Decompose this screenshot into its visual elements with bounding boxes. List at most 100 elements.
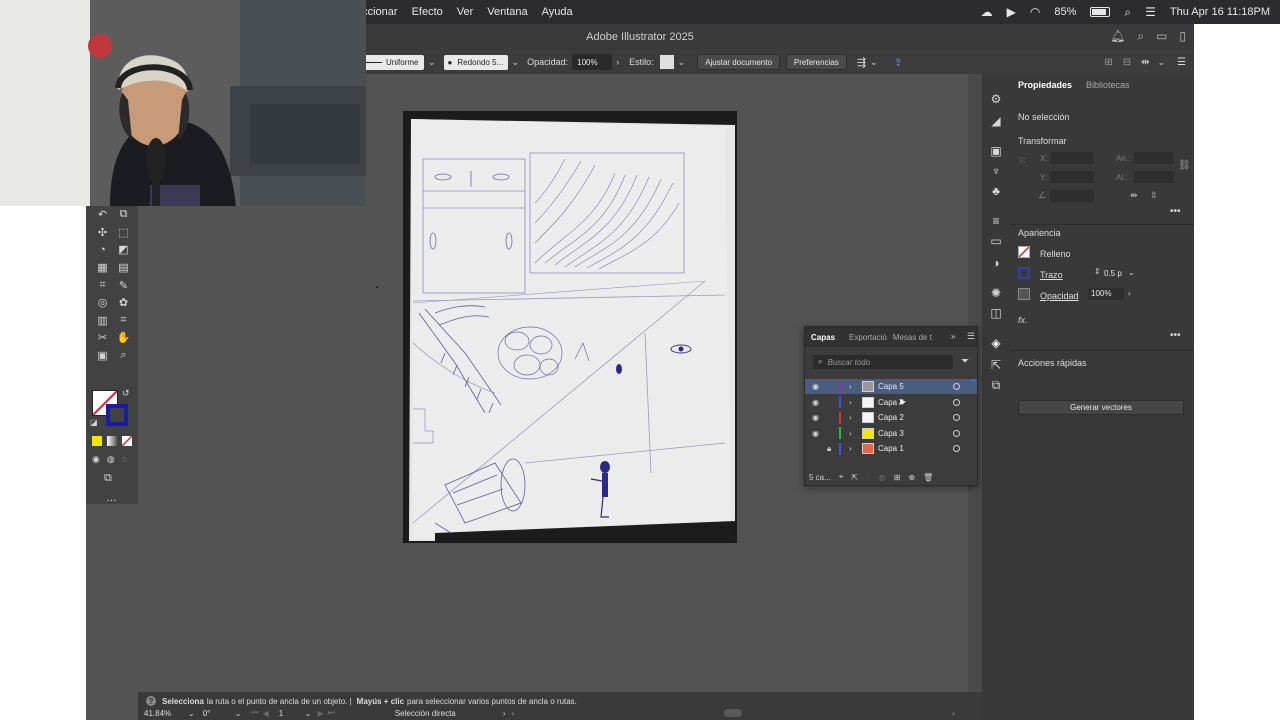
export-selection-icon[interactable]: ⇱ bbox=[851, 473, 858, 482]
delete-icon[interactable]: 🗑︎ bbox=[923, 473, 933, 482]
search-icon[interactable]: ⌕ bbox=[1137, 29, 1144, 44]
graph-icon[interactable]: ▥ bbox=[92, 312, 113, 330]
chevron-right-icon[interactable]: › bbox=[849, 413, 852, 422]
scroll-left-icon[interactable]: ‹ bbox=[512, 709, 515, 718]
opacity-field[interactable]: 100% bbox=[1088, 288, 1124, 300]
more-options-icon[interactable]: ••• bbox=[1170, 206, 1181, 217]
slice-icon[interactable]: ✂ bbox=[92, 329, 113, 347]
new-sublayer-icon[interactable]: ⊞ bbox=[894, 473, 901, 482]
distribute-icon[interactable]: ⊟ bbox=[1123, 57, 1131, 68]
prev-artboard-icon[interactable]: ◀ bbox=[263, 709, 269, 718]
expand-icon[interactable]: » bbox=[951, 332, 955, 341]
perspective-grid-icon[interactable]: ▦ bbox=[92, 259, 113, 277]
puppet-icon[interactable]: ⚙ bbox=[988, 92, 1004, 106]
panel-menu-icon[interactable]: ☰ bbox=[967, 331, 975, 342]
fill-label[interactable]: Relleno bbox=[1040, 249, 1071, 259]
menu-ver[interactable]: Ver bbox=[457, 6, 474, 18]
artboard-number-field[interactable]: 1 bbox=[279, 709, 305, 718]
clipping-mask-icon[interactable]: ◌ bbox=[866, 473, 871, 482]
chevron-down-icon[interactable]: ⌄ bbox=[678, 57, 686, 68]
stroke-profile-select[interactable]: Uniforme bbox=[356, 54, 424, 70]
cloud-icon[interactable]: ☁ bbox=[981, 5, 993, 19]
tab-mesas-de-trabajo[interactable]: Mesas de t bbox=[893, 333, 932, 342]
battery-icon[interactable] bbox=[1090, 7, 1111, 17]
target-circle-icon[interactable] bbox=[953, 398, 960, 406]
mesh-icon[interactable]: ⌗ bbox=[92, 276, 113, 294]
menu-ventana[interactable]: Ventana bbox=[487, 6, 527, 18]
fit-document-button[interactable]: Ajustar documento bbox=[697, 54, 780, 70]
stroke-swatch[interactable] bbox=[1018, 267, 1030, 279]
arrange-icon[interactable]: ⇶ bbox=[857, 56, 866, 69]
visibility-eye-icon[interactable]: ◉ bbox=[812, 429, 819, 438]
fx-button[interactable]: fx. bbox=[1018, 315, 1028, 325]
layers-icon[interactable]: ◈ bbox=[988, 336, 1004, 350]
chevron-down-icon[interactable]: ⌄ bbox=[1128, 268, 1135, 277]
next-artboard-icon[interactable]: ▶ bbox=[317, 709, 323, 718]
image-trace-icon[interactable]: ◢ bbox=[988, 114, 1004, 128]
new-layer-icon[interactable]: ⊕ bbox=[908, 473, 915, 482]
chevron-down-icon[interactable]: ⌄ bbox=[512, 57, 520, 68]
flip-vertical-icon[interactable]: ⇳ bbox=[1150, 190, 1158, 201]
more-tools-icon[interactable]: … bbox=[106, 492, 117, 504]
workspace-icon[interactable]: ▭ bbox=[1156, 29, 1167, 44]
target-circle-icon[interactable] bbox=[953, 414, 960, 421]
hand-icon[interactable]: ✋ bbox=[113, 329, 134, 347]
draw-behind-icon[interactable]: ◍ bbox=[107, 454, 115, 465]
chevron-right-icon[interactable]: › bbox=[849, 429, 852, 438]
reference-point-icon[interactable]: ⁙ bbox=[1018, 156, 1026, 167]
chevron-down-icon[interactable]: ⌄ bbox=[305, 709, 312, 718]
locate-object-icon[interactable]: ⌖ bbox=[839, 472, 844, 482]
brush-icon[interactable]: ♆ bbox=[988, 164, 1004, 178]
layer-row[interactable]: 🔒︎ › Capa 1 bbox=[805, 441, 977, 456]
control-center-icon[interactable]: ☰ bbox=[1145, 5, 1156, 19]
artboards-icon[interactable]: ⧉ bbox=[988, 378, 1004, 392]
stepper-icon[interactable]: ⇕ bbox=[1094, 267, 1101, 276]
collect-icon[interactable]: ◍ bbox=[879, 473, 886, 482]
layer-row[interactable]: ◉ › Capa 2 bbox=[805, 410, 977, 425]
artboard-icon[interactable]: ⧉ bbox=[113, 206, 134, 224]
chevron-down-icon[interactable]: ⌄ bbox=[428, 57, 436, 68]
clock[interactable]: Thu Apr 16 11:18PM bbox=[1170, 6, 1270, 18]
filter-icon[interactable]: ⏷ bbox=[961, 356, 969, 367]
target-circle-icon[interactable] bbox=[953, 383, 960, 390]
visibility-eye-icon[interactable]: ◉ bbox=[812, 398, 819, 407]
appearance-icon[interactable]: ✺ bbox=[988, 286, 1004, 300]
play-icon[interactable]: ▶ bbox=[1007, 5, 1016, 19]
layer-row[interactable]: ◉ › Capa 3 bbox=[805, 426, 977, 441]
layer-row[interactable]: ◉ › Capa 5 bbox=[805, 379, 977, 394]
align-icon[interactable]: ⊞ bbox=[1104, 57, 1112, 68]
zoom-field[interactable]: 41.84% bbox=[144, 709, 188, 718]
crop-icon[interactable]: ⌗ bbox=[113, 312, 134, 330]
export-icon[interactable]: ⇱ bbox=[988, 358, 1004, 372]
shape-builder-icon[interactable]: ◔ bbox=[92, 241, 113, 259]
last-artboard-icon[interactable]: ⏭ bbox=[328, 708, 335, 718]
artboard[interactable] bbox=[403, 111, 737, 543]
stroke-swatch[interactable] bbox=[106, 404, 128, 426]
lock-icon[interactable]: 🔒︎ bbox=[827, 444, 831, 454]
preferences-button[interactable]: Preferencias bbox=[785, 54, 847, 70]
chevron-right-icon[interactable]: › bbox=[849, 382, 852, 391]
menu-ayuda[interactable]: Ayuda bbox=[542, 6, 573, 18]
fill-swatch[interactable] bbox=[1018, 246, 1030, 258]
bell-icon[interactable]: 🔔︎ bbox=[1110, 29, 1125, 44]
chevron-right-icon[interactable]: › bbox=[849, 444, 852, 453]
target-circle-icon[interactable] bbox=[953, 445, 960, 452]
print-tiling-icon[interactable]: ▣ bbox=[92, 347, 113, 365]
swap-icon[interactable]: ↺ bbox=[122, 388, 130, 399]
draw-inside-icon[interactable]: ◌ bbox=[122, 454, 127, 465]
undo-icon[interactable]: ↶ bbox=[92, 206, 113, 224]
none-button[interactable] bbox=[122, 436, 132, 446]
stroke-icon[interactable]: ≡ bbox=[988, 214, 1004, 228]
menu-efecto[interactable]: Efecto bbox=[412, 6, 443, 18]
flip-horizontal-icon[interactable]: ⇹ bbox=[1130, 190, 1138, 201]
live-paint-icon[interactable]: ◩ bbox=[113, 241, 134, 259]
stroke-weight-value[interactable]: 0.5 p bbox=[1104, 269, 1122, 278]
scroll-right-icon[interactable]: › bbox=[952, 709, 955, 718]
tab-exportacion[interactable]: Exportació bbox=[849, 333, 887, 342]
transparency-icon[interactable]: ◑ bbox=[988, 256, 1004, 270]
chevron-right-icon[interactable]: › bbox=[1128, 289, 1131, 298]
layer-row[interactable]: ◉ › Capa 4 ➤ bbox=[805, 395, 977, 410]
visibility-eye-icon[interactable]: ◉ bbox=[812, 382, 819, 391]
panel-toggle-icon[interactable]: ▯ bbox=[1179, 29, 1186, 44]
chevron-down-icon[interactable]: ⌄ bbox=[235, 709, 242, 718]
